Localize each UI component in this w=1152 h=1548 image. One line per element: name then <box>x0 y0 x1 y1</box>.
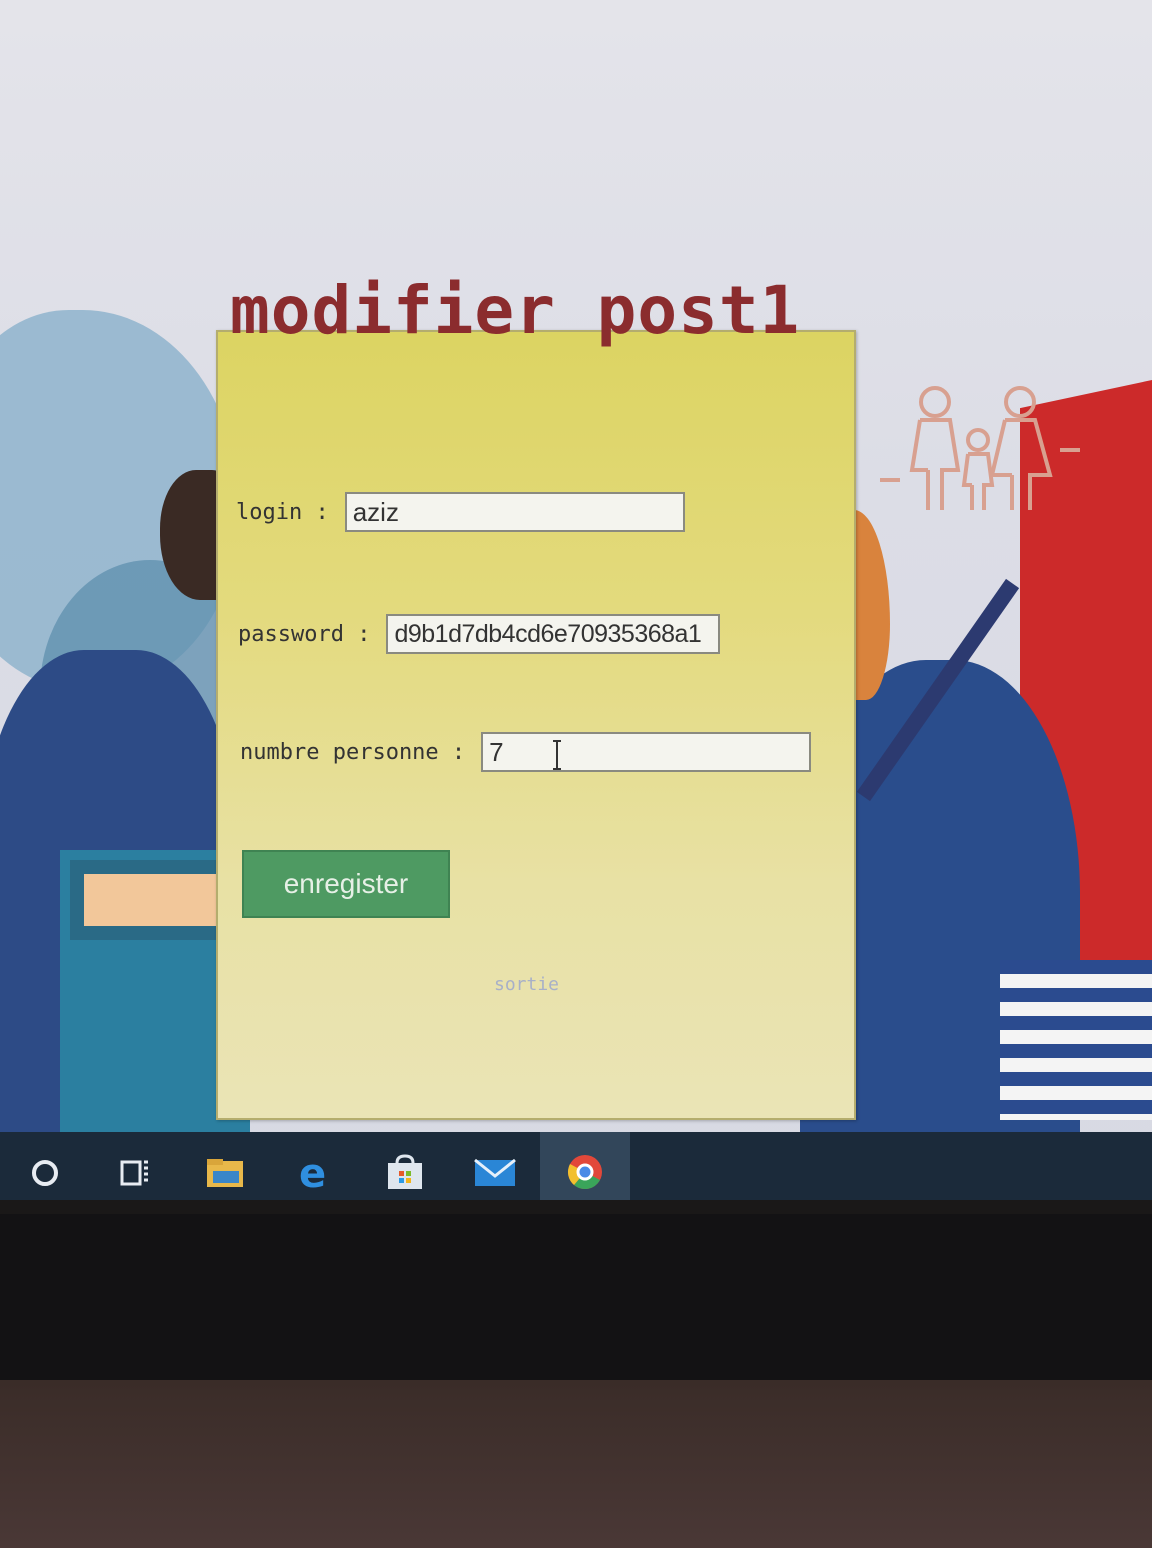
family-icon <box>880 386 1080 510</box>
edge-button[interactable]: e <box>270 1132 360 1200</box>
task-view-button[interactable] <box>90 1132 180 1200</box>
password-row: password : d9b1d7db4cd6e70935368a1 <box>238 614 721 654</box>
desktop-screen: modifier post1 login : aziz password : d… <box>0 0 1152 1200</box>
persons-field[interactable]: 7 <box>481 732 812 772</box>
desk-surface <box>0 1380 1152 1548</box>
password-label: password : <box>238 621 371 647</box>
exit-link[interactable]: sortie <box>494 974 559 995</box>
persons-label: numbre personne : <box>240 739 466 765</box>
file-explorer-icon <box>207 1159 243 1187</box>
login-label: login : <box>236 499 329 525</box>
chrome-icon <box>567 1154 602 1189</box>
login-row: login : aziz <box>236 492 685 532</box>
illustration-podium-top <box>70 860 240 940</box>
edge-icon: e <box>299 1153 326 1193</box>
edit-form-panel: login : aziz password : d9b1d7db4cd6e709… <box>216 330 856 1120</box>
svg-text:e: e <box>299 1153 326 1193</box>
task-view-icon <box>120 1160 148 1186</box>
page-title: modifier post1 <box>230 272 801 349</box>
taskbar: e <box>0 1132 1152 1200</box>
store-button[interactable] <box>360 1132 450 1200</box>
login-field[interactable]: aziz <box>344 492 685 532</box>
chrome-button[interactable] <box>540 1132 630 1200</box>
mail-button[interactable] <box>450 1132 540 1200</box>
password-field[interactable]: d9b1d7db4cd6e70935368a1 <box>386 614 721 654</box>
monitor-bezel <box>0 1214 1152 1384</box>
text-cursor-icon <box>553 740 562 770</box>
persons-row: numbre personne : 7 <box>240 732 812 772</box>
illustration-stripes <box>1000 960 1152 1120</box>
store-icon <box>388 1154 422 1189</box>
cortana-icon <box>32 1160 58 1186</box>
save-button[interactable]: enregister <box>242 850 450 918</box>
mail-icon <box>474 1158 516 1186</box>
file-explorer-button[interactable] <box>180 1132 270 1200</box>
cortana-button[interactable] <box>0 1132 90 1200</box>
